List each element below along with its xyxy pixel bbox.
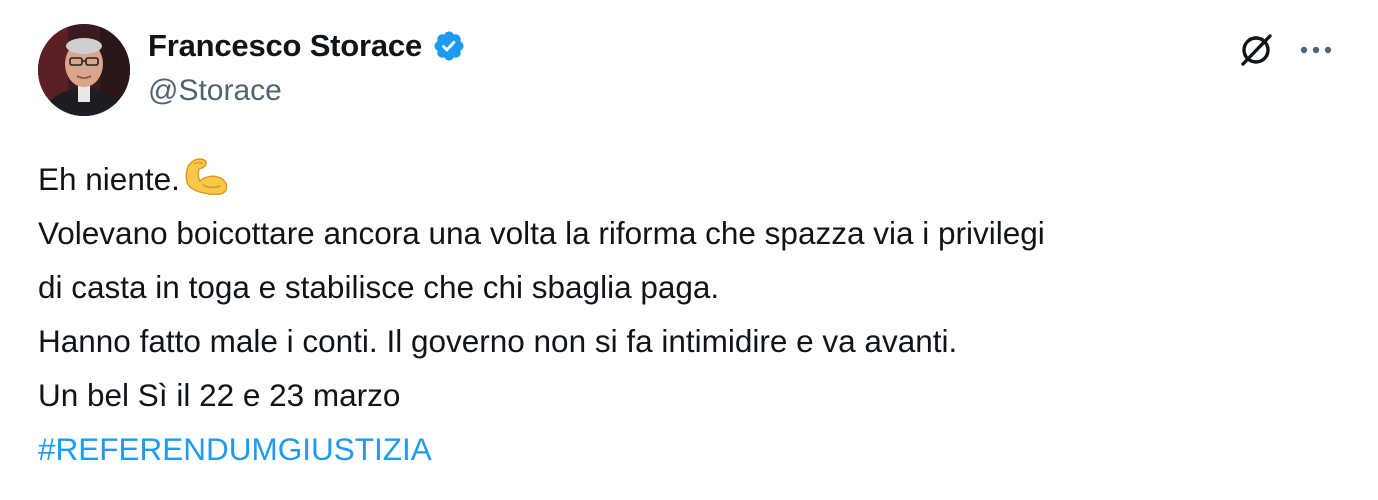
avatar[interactable] [38,24,130,116]
tweet-line-3: di casta in toga e stabilisce che chi sb… [38,269,720,305]
tweet-text: Eh niente. Volevano boicottare ancora un… [38,152,1348,476]
verified-badge-icon[interactable] [432,29,466,63]
tweet-card: Francesco Storace @Storace Eh niente. Vo… [0,0,1378,500]
author-name-row: Francesco Storace [148,26,466,66]
tweet-line-1-text: Eh niente. [38,161,180,197]
author-display-name[interactable]: Francesco Storace [148,28,422,64]
author-handle[interactable]: @Storace [148,74,282,108]
hashtag-link[interactable]: #REFERENDUMGIUSTIZIA [38,431,432,467]
tweet-line-4: Hanno fatto male i conti. Il governo non… [38,323,958,359]
more-options-button[interactable] [1294,28,1338,72]
more-dots-icon [1300,46,1332,54]
tweet-line-2: Volevano boicottare ancora una volta la … [38,215,1045,251]
grok-button[interactable] [1234,28,1278,72]
flexed-biceps-emoji-icon [185,158,228,196]
tweet-hashtag-line: #REFERENDUMGIUSTIZIA [38,422,1348,476]
grok-icon [1241,34,1272,66]
tweet-line-5: Un bel Sì il 22 e 23 marzo [38,377,401,413]
tweet-line-1: Eh niente. [38,152,1348,206]
user-avatar-icon [38,24,130,116]
